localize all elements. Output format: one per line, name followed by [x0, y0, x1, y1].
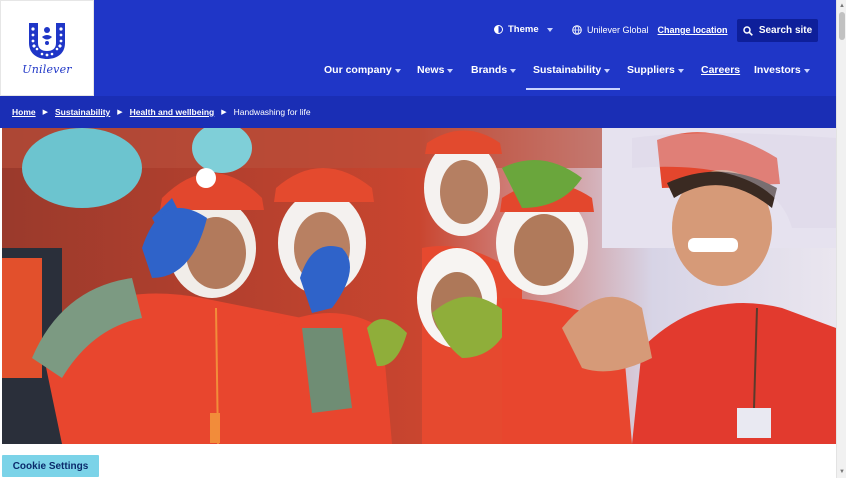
- nav-label: Suppliers: [627, 64, 675, 76]
- nav-item-news[interactable]: News: [417, 62, 454, 90]
- children-painted-hands-photo: [2, 128, 836, 444]
- breadcrumb-health-and-wellbeing[interactable]: Health and wellbeing: [130, 107, 215, 117]
- nav-label: Sustainability: [533, 64, 602, 76]
- nav-label: Careers: [701, 64, 741, 76]
- chevron-down-icon: [546, 27, 553, 32]
- breadcrumb: Home ▶ Sustainability ▶ Health and wellb…: [0, 96, 836, 128]
- globe-icon: [572, 25, 582, 35]
- chevron-down-icon: [677, 69, 684, 73]
- scroll-down-icon[interactable]: ▼: [838, 468, 846, 476]
- site-header: Unilever Theme Unilever Global Change lo…: [0, 0, 836, 96]
- breadcrumb-separator-icon: ▶: [42, 109, 49, 116]
- theme-icon: [494, 25, 503, 34]
- chevron-down-icon: [394, 69, 401, 73]
- breadcrumb-separator-icon: ▶: [117, 109, 123, 116]
- nav-label: Investors: [754, 64, 801, 76]
- theme-selector[interactable]: Theme: [494, 24, 553, 35]
- page-scrollbar[interactable]: ▲ ▼: [836, 0, 846, 478]
- scroll-up-icon[interactable]: ▲: [838, 2, 846, 10]
- hero-image: [2, 128, 836, 444]
- nav-label: News: [417, 64, 445, 76]
- chevron-down-icon: [803, 69, 810, 73]
- search-label: Search site: [758, 25, 813, 36]
- breadcrumb-home[interactable]: Home: [12, 107, 36, 117]
- nav-label: Our company: [324, 64, 392, 76]
- search-button[interactable]: Search site: [737, 19, 818, 42]
- scrollbar-thumb[interactable]: [839, 12, 845, 40]
- location-label: Unilever Global: [587, 25, 649, 35]
- nav-item-investors[interactable]: Investors: [754, 62, 810, 90]
- nav-item-our-company[interactable]: Our company: [324, 62, 401, 90]
- nav-item-sustainability[interactable]: Sustainability: [526, 62, 620, 90]
- page: Unilever Theme Unilever Global Change lo…: [0, 0, 836, 478]
- nav-item-suppliers[interactable]: Suppliers: [627, 62, 684, 90]
- breadcrumb-separator-icon: ▶: [221, 109, 227, 116]
- nav-item-careers[interactable]: Careers: [701, 62, 740, 90]
- change-location-link[interactable]: Change location: [658, 25, 728, 35]
- chevron-down-icon: [604, 69, 611, 73]
- cookie-settings-button[interactable]: Cookie Settings: [2, 455, 99, 477]
- chevron-down-icon: [447, 69, 454, 73]
- chevron-down-icon: [510, 69, 517, 73]
- location-selector: Unilever Global Change location: [572, 25, 728, 35]
- utility-bar: Theme Unilever Global Change location Se…: [0, 18, 836, 44]
- breadcrumb-current-page: Handwashing for life: [233, 107, 311, 117]
- main-navigation: Our company News Brands Sustainability S…: [0, 62, 836, 92]
- theme-label: Theme: [508, 24, 539, 35]
- breadcrumb-sustainability[interactable]: Sustainability: [55, 107, 110, 117]
- search-icon: [743, 25, 753, 36]
- nav-label: Brands: [471, 64, 508, 76]
- nav-item-brands[interactable]: Brands: [471, 62, 517, 90]
